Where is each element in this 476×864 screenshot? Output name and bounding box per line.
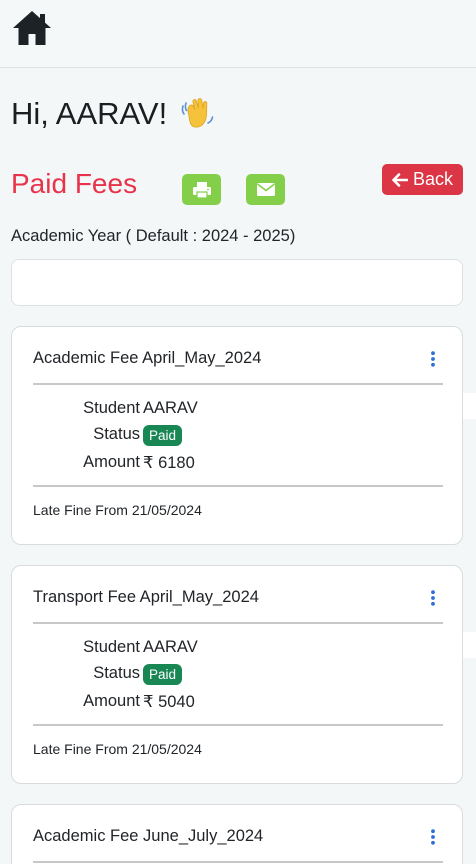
back-label: Back: [412, 169, 454, 189]
print-button[interactable]: [182, 174, 221, 205]
home-icon[interactable]: [11, 9, 53, 47]
print-icon: [192, 181, 211, 199]
amount-label: Amount: [83, 453, 140, 471]
divider: [33, 383, 443, 385]
student-label: Student: [83, 399, 140, 417]
page-title: Paid Fees: [11, 168, 138, 199]
academic-year-select[interactable]: [11, 259, 463, 306]
kebab-menu-icon[interactable]: [430, 351, 436, 367]
greeting: Hi, AARAV!: [11, 96, 215, 132]
fee-card: Transport Fee April_May_2024 Student AAR…: [11, 565, 463, 784]
kebab-menu-icon[interactable]: [430, 590, 436, 606]
amount-value: ₹ 5040: [143, 693, 195, 711]
fee-title: Academic Fee June_July_2024: [33, 827, 264, 845]
divider: [33, 724, 443, 726]
back-button[interactable]: Back: [382, 164, 463, 195]
email-button[interactable]: [246, 174, 285, 205]
top-bar: [0, 0, 476, 68]
amount-value: ₹ 6180: [143, 454, 195, 472]
fee-card: Academic Fee April_May_2024 Student AARA…: [11, 326, 463, 545]
fee-title: Academic Fee April_May_2024: [33, 349, 262, 367]
status-badge: Paid: [143, 425, 183, 446]
fee-card: Academic Fee June_July_2024: [11, 804, 463, 864]
late-fine-text: Late Fine From 21/05/2024: [33, 502, 202, 518]
envelope-icon: [256, 183, 275, 196]
student-value: AARAV: [143, 399, 198, 417]
student-label: Student: [83, 638, 140, 656]
arrow-left-icon: [392, 172, 408, 187]
academic-year-label: Academic Year ( Default : 2024 - 2025): [11, 227, 296, 245]
edge-strip: [463, 393, 476, 419]
divider: [33, 622, 443, 624]
late-fine-text: Late Fine From 21/05/2024: [33, 741, 202, 757]
kebab-menu-icon[interactable]: [430, 829, 436, 845]
status-badge: Paid: [143, 664, 183, 685]
divider: [33, 861, 443, 863]
greeting-text: Hi, AARAV!: [11, 96, 168, 131]
fee-title: Transport Fee April_May_2024: [33, 588, 259, 606]
status-label: Status: [93, 664, 140, 682]
amount-label: Amount: [83, 692, 140, 710]
divider: [33, 485, 443, 487]
status-label: Status: [93, 425, 140, 443]
student-value: AARAV: [143, 638, 198, 656]
waving-hand-icon: [181, 98, 214, 128]
edge-strip: [463, 632, 476, 658]
